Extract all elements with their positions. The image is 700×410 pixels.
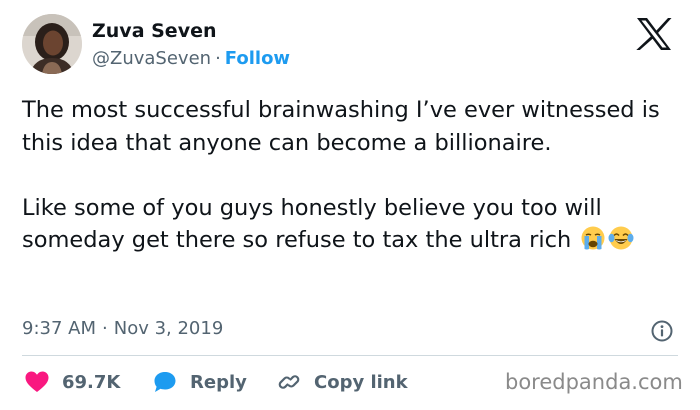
like-button[interactable]: 69.7K: [24, 364, 120, 400]
user-handle[interactable]: @ZuvaSeven: [92, 48, 211, 69]
face-with-tears-of-joy-icon: [608, 225, 634, 251]
tweet-text: The most successful brainwashing I’ve ev…: [22, 94, 672, 257]
info-icon[interactable]: [650, 319, 674, 343]
tweet-date: Nov 3, 2019: [113, 318, 224, 339]
tweet-time: 9:37 AM: [22, 318, 96, 339]
x-logo-icon[interactable]: [636, 18, 672, 50]
handle-row: @ZuvaSeven · Follow: [92, 48, 290, 69]
avatar[interactable]: [22, 14, 82, 74]
loudly-crying-face-icon: [580, 225, 606, 251]
divider: [22, 355, 678, 356]
heart-icon: [24, 369, 50, 395]
speech-bubble-icon: [152, 369, 178, 395]
follow-button[interactable]: Follow: [225, 48, 290, 69]
tweet-paragraph-text: Like some of you guys honestly believe y…: [22, 194, 602, 254]
tweet-paragraph: Like some of you guys honestly believe y…: [22, 192, 672, 257]
link-icon: [276, 369, 302, 395]
watermark: boredpanda.com: [505, 370, 683, 394]
handle-separator: ·: [215, 48, 221, 69]
copy-link-button[interactable]: Copy link: [276, 364, 408, 400]
display-name: Zuva Seven: [92, 20, 217, 42]
copy-link-label: Copy link: [314, 371, 408, 393]
tweet-paragraph-text: The most successful brainwashing I’ve ev…: [22, 97, 660, 156]
reply-label: Reply: [190, 371, 247, 393]
reply-button[interactable]: Reply: [152, 364, 247, 400]
like-count: 69.7K: [62, 371, 121, 393]
tweet-timestamp[interactable]: 9:37 AM · Nov 3, 2019: [22, 318, 223, 339]
tweet-paragraph: The most successful brainwashing I’ve ev…: [22, 94, 672, 159]
timestamp-separator: ·: [102, 318, 108, 339]
